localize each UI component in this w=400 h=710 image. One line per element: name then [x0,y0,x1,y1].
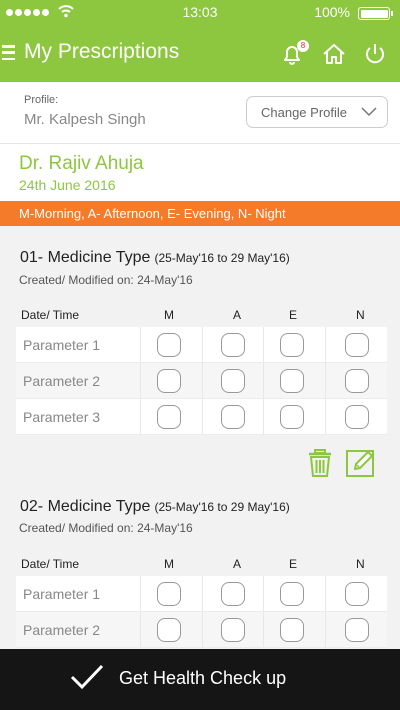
checkbox-morning[interactable] [157,582,181,606]
page-title: My Prescriptions [24,40,180,63]
time-legend: M-Morning, A- Afternoon, E- Evening, N- … [0,201,400,226]
get-health-checkup-label: Get Health Check up [119,668,287,688]
table-row: Parameter 2 [16,363,387,399]
checkbox-morning[interactable] [157,405,181,429]
column-header-n: N [356,557,365,571]
checkbox-afternoon[interactable] [221,369,245,393]
medicine-date-range: (25-May'16 to 29 May'16) [154,251,290,265]
column-header-n: N [356,308,365,322]
medicine-title: 02- Medicine Type (25-May'16 to 29 May'16… [20,498,290,516]
column-header-a: A [233,557,242,571]
doctor-section: Dr. Rajiv Ahuja 24th June 2016 [0,144,400,201]
check-icon [70,664,104,690]
checkbox-evening[interactable] [280,369,304,393]
medicine-date-range: (25-May'16 to 29 May'16) [154,500,290,514]
checkbox-evening[interactable] [280,405,304,429]
checkbox-night[interactable] [345,333,369,357]
medicine-type-label: 02- Medicine Type [20,498,151,515]
parameter-name: Parameter 1 [23,337,101,353]
checkbox-afternoon[interactable] [221,618,245,642]
column-header-datetime: Date/ Time [21,308,80,322]
checkbox-night[interactable] [345,369,369,393]
power-icon[interactable] [362,41,388,67]
change-profile-dropdown[interactable]: Change Profile [246,96,388,128]
doctor-name: Dr. Rajiv Ahuja [19,153,144,174]
checkbox-night[interactable] [345,405,369,429]
checkbox-evening[interactable] [280,618,304,642]
checkbox-afternoon[interactable] [221,333,245,357]
battery-percent: 100% [314,4,350,20]
menu-icon[interactable] [2,45,15,60]
checkbox-night[interactable] [345,618,369,642]
checkbox-afternoon[interactable] [221,405,245,429]
checkbox-afternoon[interactable] [221,582,245,606]
parameter-name: Parameter 2 [23,622,101,638]
table-row: Parameter 1 [16,576,387,612]
medicine-created: Created/ Modified on: 24-May'16 [19,273,193,287]
profile-name: Mr. Kalpesh Singh [24,111,146,128]
column-header-e: E [289,557,298,571]
medicine-title: 01- Medicine Type (25-May'16 to 29 May'16… [20,249,290,267]
table-row: Parameter 3 [16,399,387,435]
column-header-m: M [164,557,174,571]
profile-label: Profile: [24,94,59,106]
profile-section: Profile: Mr. Kalpesh Singh Change Profil… [0,82,400,144]
checkbox-morning[interactable] [157,618,181,642]
table-row: Parameter 2 [16,612,387,648]
checkbox-morning[interactable] [157,333,181,357]
battery-icon [358,7,393,20]
parameter-name: Parameter 2 [23,373,101,389]
chevron-down-icon [361,107,377,117]
notification-badge: 8 [297,40,309,52]
medicine-created: Created/ Modified on: 24-May'16 [19,521,193,535]
parameter-name: Parameter 1 [23,586,101,602]
medicine-type-label: 01- Medicine Type [20,249,151,266]
get-health-checkup-button[interactable]: Get Health Check up [0,649,400,710]
change-profile-label: Change Profile [261,105,347,120]
checkbox-evening[interactable] [280,333,304,357]
checkbox-evening[interactable] [280,582,304,606]
trash-icon[interactable] [307,449,333,477]
column-header-datetime: Date/ Time [21,557,80,571]
prescription-date: 24th June 2016 [19,177,116,193]
column-header-e: E [289,308,298,322]
checkbox-night[interactable] [345,582,369,606]
edit-icon[interactable] [346,449,376,477]
column-header-m: M [164,308,174,322]
column-header-a: A [233,308,242,322]
checkbox-morning[interactable] [157,369,181,393]
home-icon[interactable] [321,41,347,67]
table-row: Parameter 1 [16,327,387,363]
app-header: My Prescriptions 8 [0,25,400,82]
parameter-name: Parameter 3 [23,409,101,425]
status-bar: 13:03 100% [0,0,400,25]
